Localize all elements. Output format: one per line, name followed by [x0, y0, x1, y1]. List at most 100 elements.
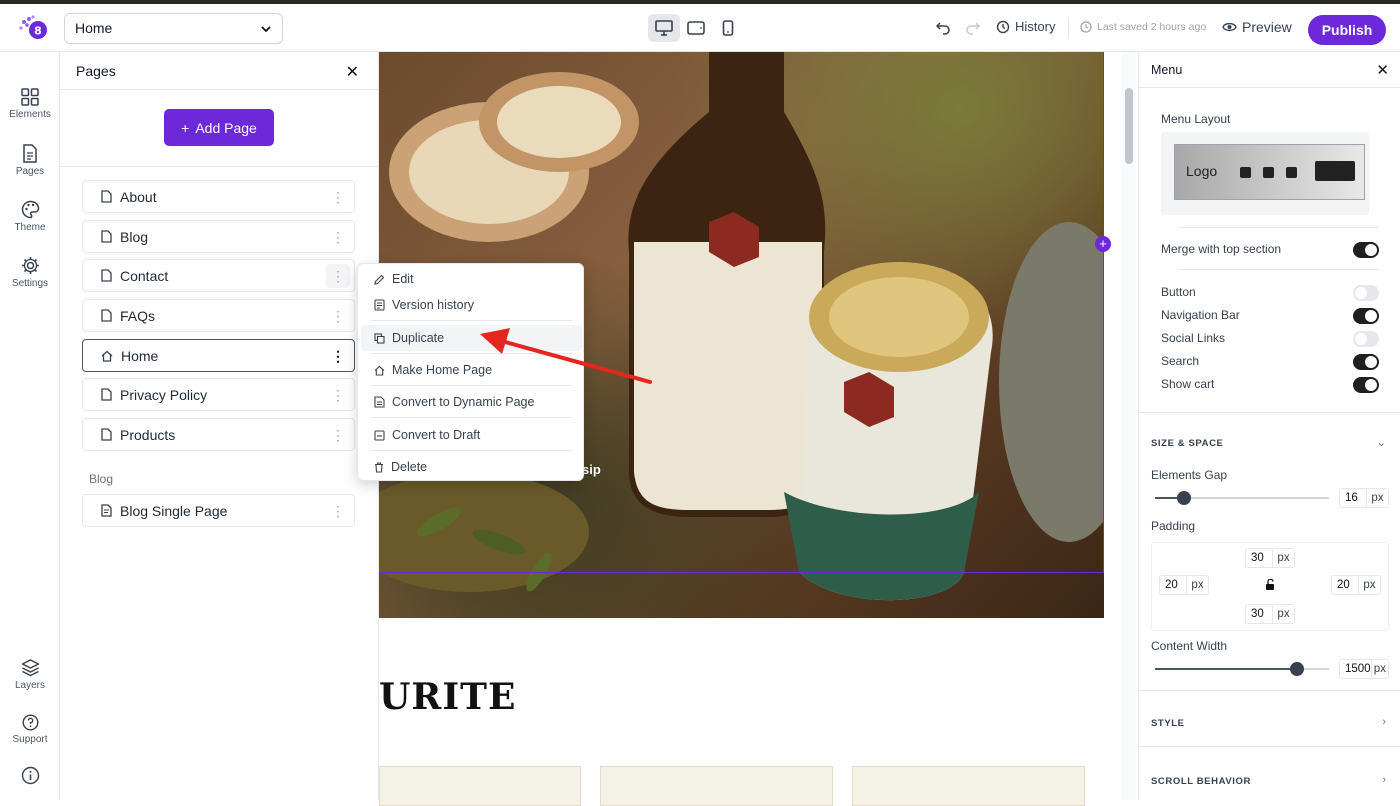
menu-layout-label: Menu Layout	[1161, 112, 1231, 126]
top-bar: 8 Home History Last saved 2 hours ago Pr…	[0, 4, 1400, 52]
page-selector[interactable]: Home	[64, 13, 283, 44]
undo-icon[interactable]	[935, 19, 951, 35]
more-icon[interactable]: ⋮	[326, 225, 350, 249]
page-row-privacy-policy[interactable]: Privacy Policy ⋮	[82, 378, 355, 411]
more-icon[interactable]: ⋮	[326, 304, 350, 328]
menu-divider	[371, 417, 572, 418]
navigation-bar-toggle[interactable]	[1353, 308, 1379, 324]
rail-info[interactable]	[0, 766, 60, 788]
add-page-button[interactable]: + Add Page	[164, 109, 274, 146]
chevron-right-icon[interactable]: ›	[1382, 774, 1386, 786]
page-row-contact[interactable]: Contact ⋮	[82, 259, 355, 292]
show-cart-toggle[interactable]	[1353, 377, 1379, 393]
padding-left-input[interactable]: 20 px	[1159, 575, 1209, 595]
clock-icon	[1080, 21, 1092, 33]
padding-right-input[interactable]: 20 px	[1331, 575, 1381, 595]
merge-toggle[interactable]	[1353, 242, 1379, 258]
content-width-knob[interactable]	[1290, 662, 1304, 676]
unit-label: px	[1272, 605, 1294, 623]
canvas-scrollbar[interactable]	[1122, 52, 1136, 800]
page-label: Products	[120, 426, 176, 443]
social-links-toggle[interactable]	[1353, 331, 1379, 347]
product-card[interactable]	[600, 766, 833, 806]
more-icon[interactable]: ⋮	[326, 383, 350, 407]
page-row-about[interactable]: About ⋮	[82, 180, 355, 213]
elements-gap-value: 16	[1345, 492, 1358, 504]
rail-theme-label: Theme	[14, 222, 46, 233]
layout-logo-text: Logo	[1186, 163, 1218, 179]
menu-item-convert-dynamic[interactable]: Convert to Dynamic Page	[361, 389, 582, 415]
padding-label: Padding	[1151, 519, 1196, 533]
mobile-view-button[interactable]	[712, 14, 744, 42]
content-width-input[interactable]: 1500 px	[1339, 659, 1389, 679]
close-icon[interactable]: ✕	[1376, 61, 1389, 79]
product-card[interactable]	[379, 766, 581, 806]
selection-outline-right	[1103, 52, 1104, 572]
menu-item-delete[interactable]: Delete	[361, 454, 582, 480]
history-button[interactable]: History	[996, 19, 1055, 34]
redo-icon[interactable]	[965, 19, 981, 35]
history-doc-icon	[374, 299, 385, 311]
page-row-home[interactable]: Home ⋮	[82, 339, 355, 372]
preview-button[interactable]: Preview	[1222, 19, 1292, 35]
menu-item-edit[interactable]: Edit	[361, 266, 582, 292]
menu-item-version-history[interactable]: Version history	[361, 292, 582, 318]
size-space-header[interactable]: SIZE & SPACE	[1151, 438, 1223, 449]
page-label: Blog Single Page	[120, 502, 228, 519]
panel-divider	[1139, 412, 1400, 413]
rail-layers[interactable]: Layers	[0, 658, 60, 691]
rail-settings[interactable]: Settings	[0, 256, 60, 289]
more-icon[interactable]: ⋮	[326, 185, 350, 209]
rail-elements[interactable]: Elements	[0, 88, 60, 120]
more-icon[interactable]: ⋮	[326, 264, 350, 288]
page-row-products[interactable]: Products ⋮	[82, 418, 355, 451]
app-logo-icon[interactable]: 8	[18, 14, 52, 42]
palette-icon	[21, 200, 39, 219]
properties-header: Menu ✕	[1139, 52, 1400, 88]
chevron-down-icon[interactable]: ⌄	[1377, 436, 1386, 449]
tablet-view-button[interactable]	[680, 14, 712, 42]
page-row-faqs[interactable]: FAQs ⋮	[82, 299, 355, 332]
elements-gap-label: Elements Gap	[1151, 468, 1228, 482]
annotation-arrow	[480, 328, 652, 384]
desktop-view-button[interactable]	[648, 14, 680, 42]
page-row-blog-single-page[interactable]: Blog Single Page ⋮	[82, 494, 355, 527]
page-row-blog[interactable]: Blog ⋮	[82, 220, 355, 253]
elements-gap-knob[interactable]	[1177, 491, 1191, 505]
page-icon	[101, 309, 112, 322]
padding-bottom-input[interactable]: 30 px	[1245, 604, 1295, 624]
elements-gap-input[interactable]: 16 px	[1339, 488, 1389, 508]
add-section-icon[interactable]: +	[1095, 236, 1111, 252]
add-page-label: Add Page	[195, 119, 257, 136]
menu-item-label: Version history	[392, 298, 474, 312]
rail-theme[interactable]: Theme	[0, 200, 60, 233]
content-width-value: 1500	[1345, 663, 1371, 675]
style-header[interactable]: STYLE	[1151, 718, 1185, 729]
unlock-icon[interactable]	[1265, 579, 1275, 590]
more-icon[interactable]: ⋮	[326, 499, 350, 523]
dynamic-page-icon	[374, 396, 385, 408]
hero-caption: sip	[582, 462, 601, 477]
search-toggle[interactable]	[1353, 354, 1379, 370]
pages-divider	[60, 166, 379, 167]
rail-support[interactable]: Support	[0, 714, 60, 745]
scrollbar-thumb[interactable]	[1125, 88, 1133, 164]
chevron-right-icon[interactable]: ›	[1382, 716, 1386, 728]
button-toggle[interactable]	[1353, 285, 1379, 301]
rail-pages[interactable]: Pages	[0, 144, 60, 177]
scroll-behavior-header[interactable]: SCROLL BEHAVIOR	[1151, 776, 1251, 787]
menu-layout-picker[interactable]: Logo	[1161, 132, 1369, 215]
more-icon[interactable]: ⋮	[326, 344, 350, 368]
pages-panel: Pages ✕ + Add Page About ⋮ Blog ⋮ Contac…	[60, 52, 379, 800]
menu-item-label: Convert to Draft	[392, 428, 481, 442]
last-saved-text: Last saved 2 hours ago	[1097, 21, 1207, 33]
product-card[interactable]	[852, 766, 1085, 806]
topbar-divider	[1068, 18, 1069, 38]
close-icon[interactable]: ✕	[346, 62, 359, 82]
page-icon	[101, 230, 112, 243]
menu-layout-preview[interactable]: Logo	[1174, 144, 1365, 200]
publish-button[interactable]: Publish	[1308, 15, 1386, 45]
padding-top-input[interactable]: 30 px	[1245, 548, 1295, 568]
more-icon[interactable]: ⋮	[326, 423, 350, 447]
menu-item-convert-draft[interactable]: Convert to Draft	[361, 422, 582, 448]
